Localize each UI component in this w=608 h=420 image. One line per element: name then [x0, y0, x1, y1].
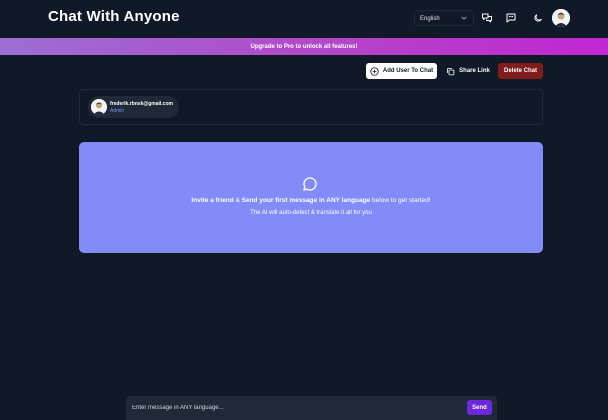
plus-circle-icon	[370, 66, 379, 76]
invite-friend-text: Invite a friend	[191, 197, 234, 204]
add-user-button[interactable]: Add User To Chat	[366, 63, 437, 79]
chat-members-panel: frederik.rbnsk@gmail.com Admin	[79, 89, 543, 125]
language-value: English	[420, 16, 440, 22]
chevron-down-icon	[461, 16, 467, 20]
add-user-label: Add User To Chat	[382, 68, 434, 74]
user-email: frederik.rbnsk@gmail.com	[110, 101, 173, 107]
delete-chat-label: Delete Chat	[503, 68, 537, 74]
chat-bubbles-icon[interactable]	[479, 10, 495, 26]
language-select[interactable]: English	[414, 10, 474, 26]
header: Chat With Anyone English	[0, 0, 608, 38]
auto-detect-text: The AI will auto-detect & translate it a…	[250, 210, 372, 216]
share-link-button[interactable]: Share Link	[443, 63, 493, 79]
message-input[interactable]	[132, 401, 462, 415]
chat-bubble-icon	[303, 177, 317, 191]
share-link-label: Share Link	[459, 68, 490, 74]
user-role: Admin	[110, 108, 125, 114]
invite-rest-text: below to get started!	[370, 197, 431, 204]
message-icon[interactable]	[503, 10, 519, 26]
copy-icon	[447, 67, 455, 75]
send-first-message-text: Send your first message in ANY language	[241, 197, 371, 204]
send-button[interactable]: Send	[467, 400, 492, 415]
upgrade-banner[interactable]: Upgrade to Pro to unlock all features!	[0, 38, 608, 55]
message-composer: Send	[126, 396, 497, 420]
moon-icon[interactable]	[530, 10, 546, 26]
invite-amp: &	[233, 197, 242, 204]
empty-chat-card: Invite a friend & Send your first messag…	[79, 142, 543, 253]
profile-avatar[interactable]	[552, 9, 570, 27]
app-title: Chat With Anyone	[48, 8, 180, 25]
delete-chat-button[interactable]: Delete Chat	[498, 63, 543, 79]
user-avatar	[91, 99, 107, 115]
upgrade-banner-text: Upgrade to Pro to unlock all features!	[250, 43, 358, 50]
user-chip[interactable]: frederik.rbnsk@gmail.com Admin	[88, 96, 179, 118]
invite-text: Invite a friend & Send your first messag…	[79, 197, 543, 204]
